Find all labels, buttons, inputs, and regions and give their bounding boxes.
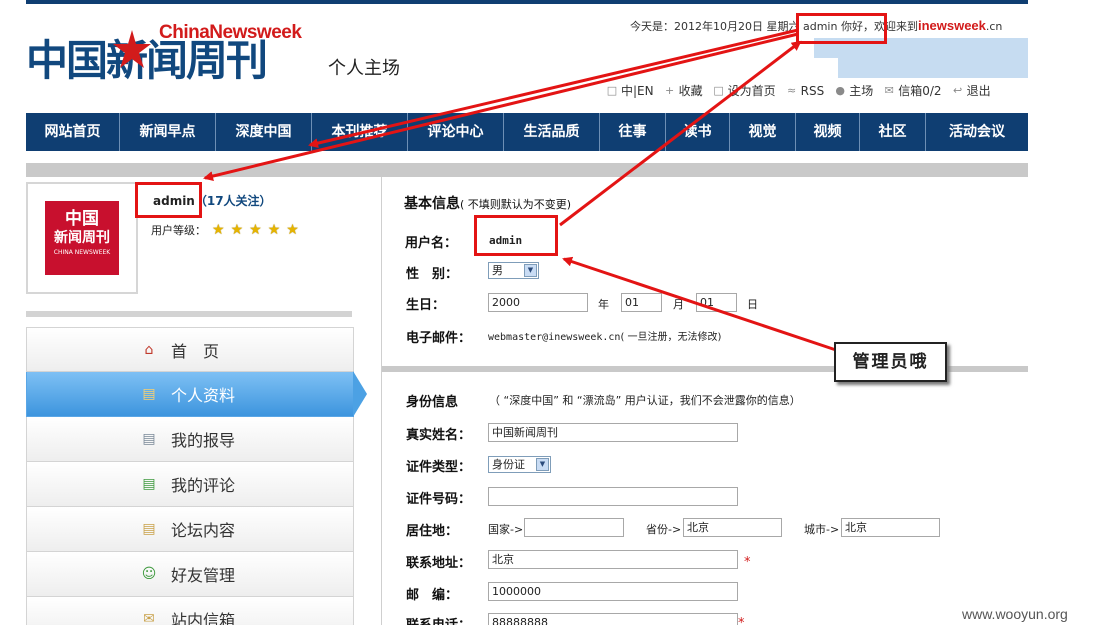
annotation-callout: 管理员哦 [834, 342, 947, 382]
arrow-callout-to-username [562, 256, 837, 352]
watermark: www.wooyun.org [962, 606, 1068, 622]
arrow-greeting-to-nav [308, 28, 799, 149]
annotation-arrows [203, 28, 837, 352]
arrow-username-to-greeting [559, 40, 802, 227]
arrow-greeting-to-profile [203, 32, 799, 181]
